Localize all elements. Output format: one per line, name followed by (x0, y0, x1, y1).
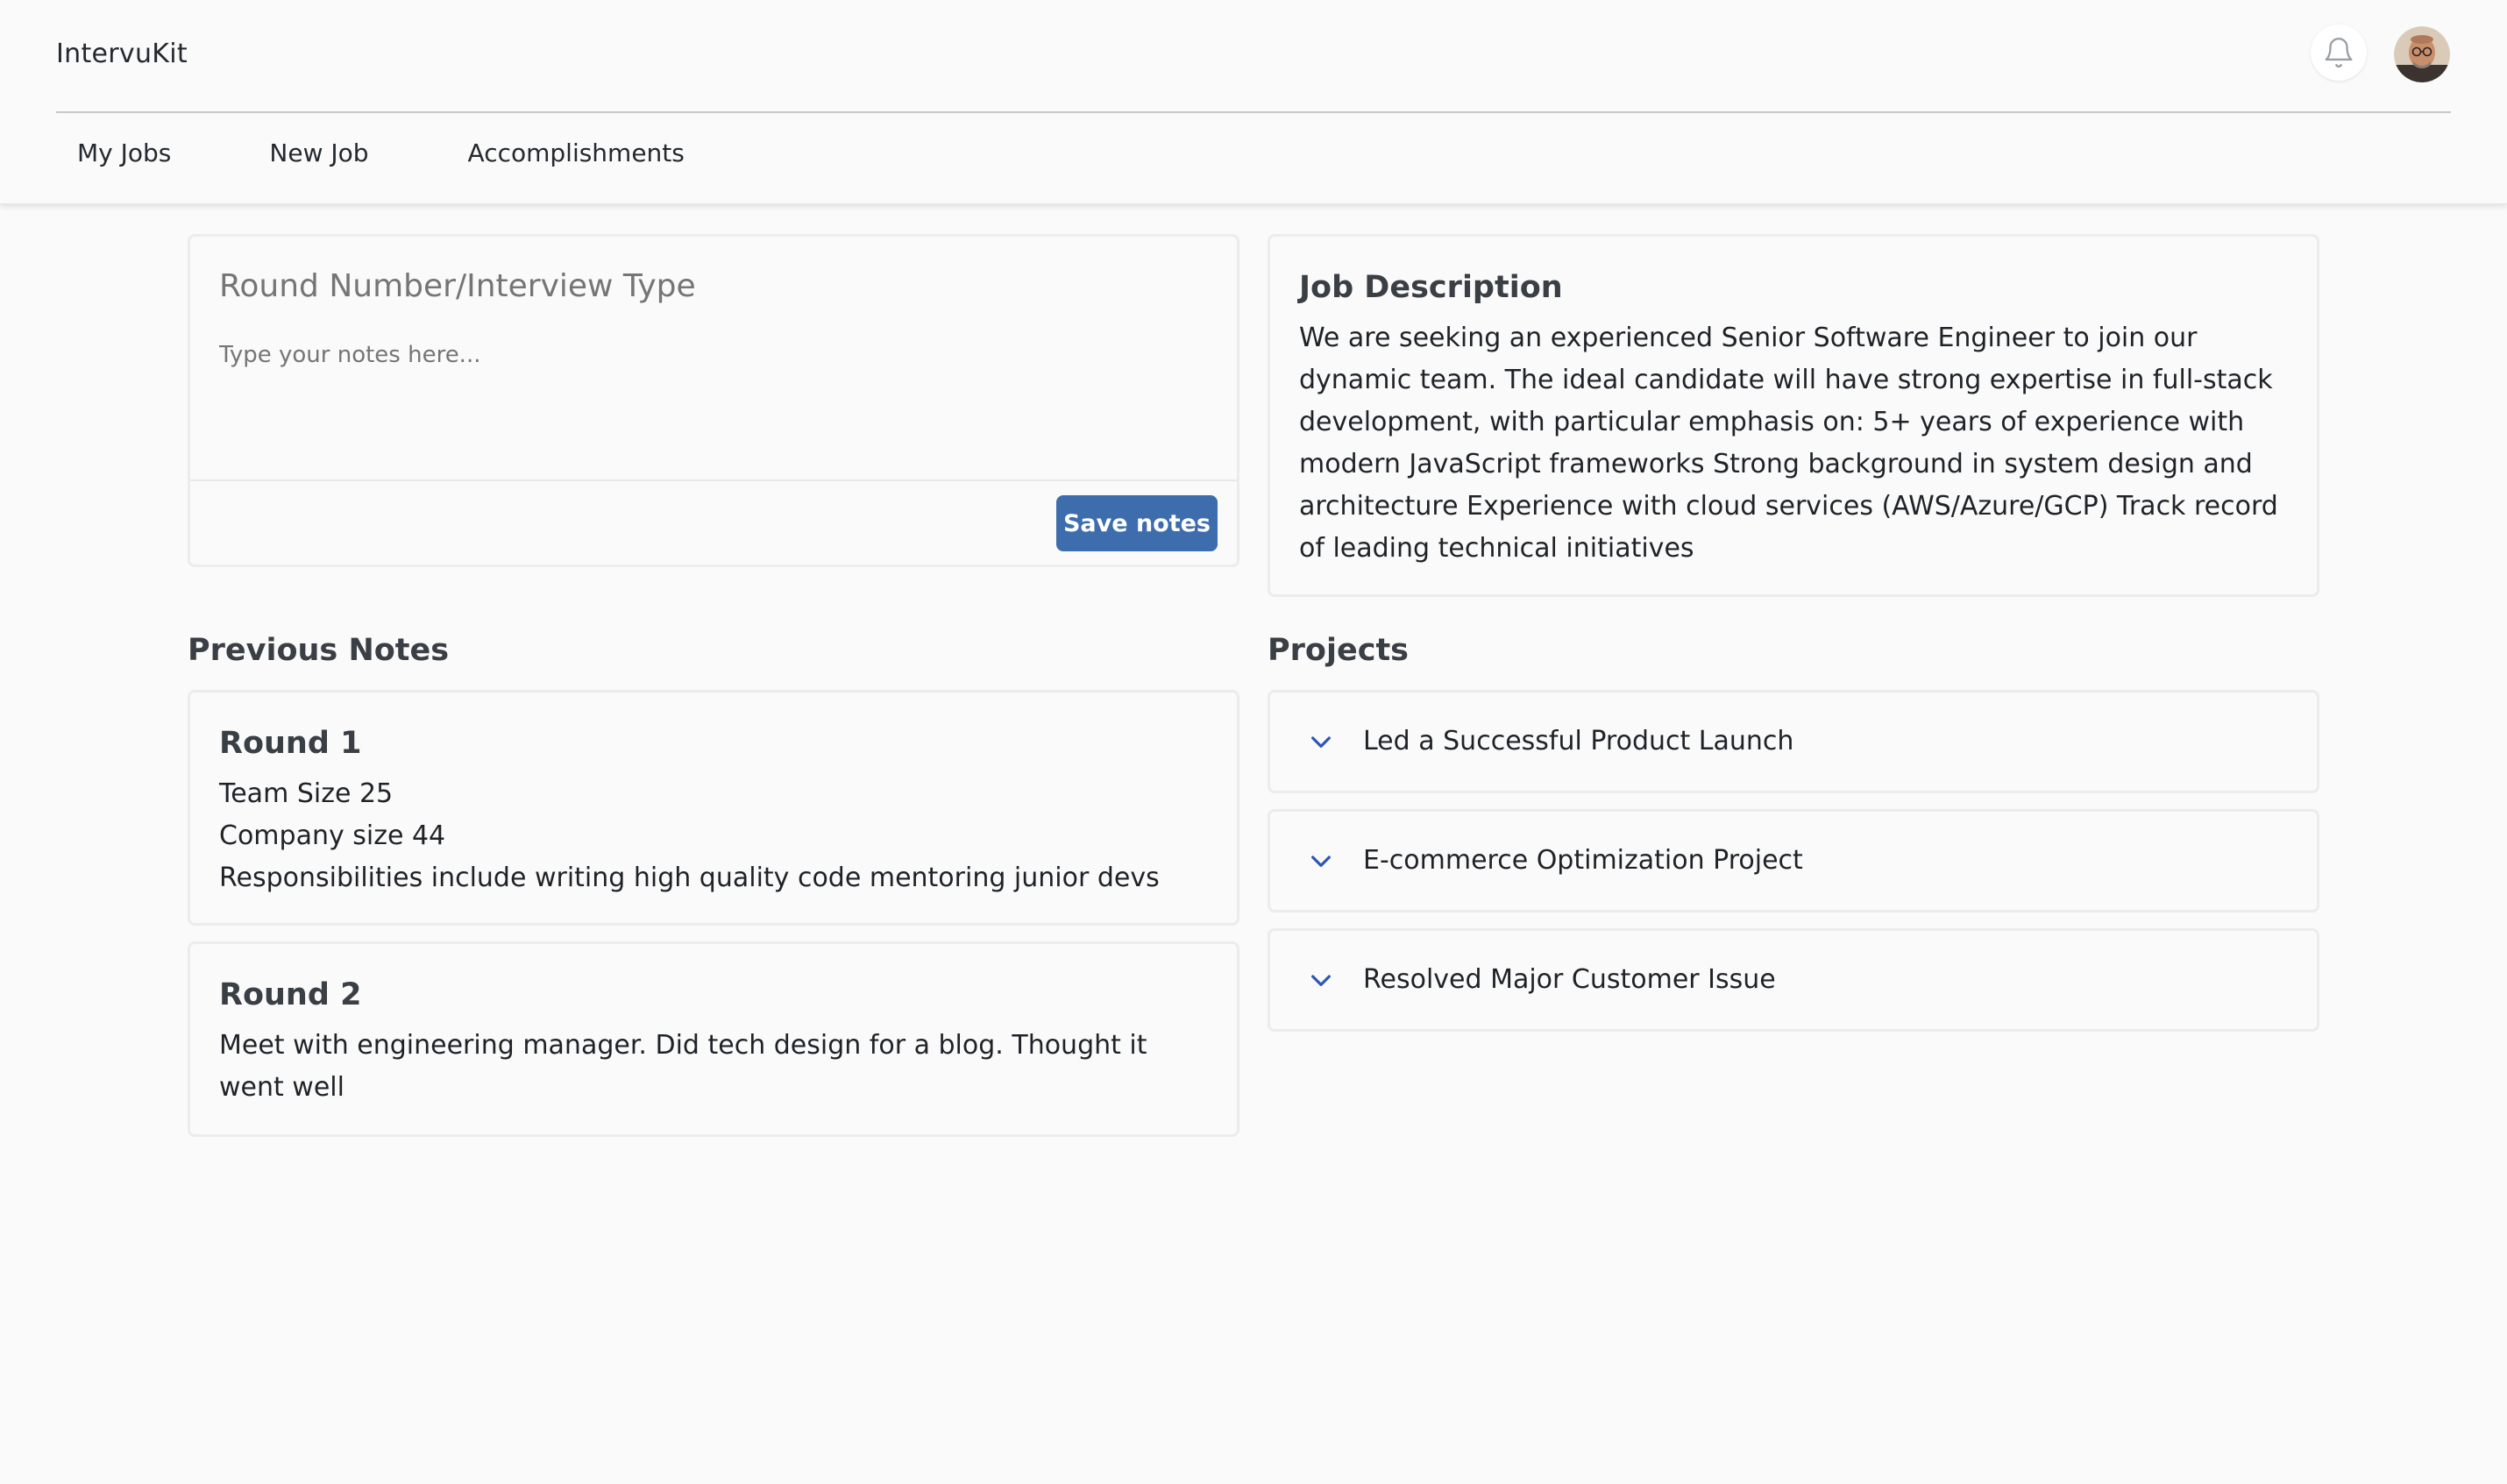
nav-accomplishments[interactable]: Accomplishments (468, 138, 685, 167)
note-title: Round 1 (219, 726, 362, 761)
notes-textarea[interactable] (219, 342, 1210, 465)
top-header: IntervuKit My Jobs New Job Accomplishmen… (0, 0, 2507, 204)
bell-icon (2325, 37, 2353, 67)
project-label: Resolved Major Customer Issue (1363, 964, 1776, 995)
editor-divider (190, 479, 1237, 481)
previous-notes-heading: Previous Notes (188, 633, 450, 668)
user-avatar-image (2394, 26, 2450, 82)
note-line: Team Size 25 (219, 778, 394, 809)
notes-editor-card: Save notes (188, 234, 1239, 567)
note-title: Round 2 (219, 977, 362, 1012)
job-description-heading: Job Description (1299, 270, 1563, 305)
avatar[interactable] (2394, 26, 2450, 82)
projects-heading: Projects (1268, 633, 1410, 668)
project-item-product-launch[interactable]: Led a Successful Product Launch (1268, 690, 2319, 793)
notifications-button[interactable] (2311, 25, 2367, 81)
job-description-text: We are seeking an experienced Senior Sof… (1299, 323, 2278, 564)
chevron-down-icon (1311, 975, 1331, 986)
save-notes-button[interactable]: Save notes (1056, 495, 1218, 551)
app-logo-text[interactable]: IntervuKit (56, 39, 188, 69)
chevron-down-icon (1311, 856, 1331, 867)
round-title-input[interactable] (219, 268, 1210, 304)
project-label: Led a Successful Product Launch (1363, 726, 1794, 756)
project-item-customer-issue[interactable]: Resolved Major Customer Issue (1268, 928, 2319, 1032)
main-nav: My Jobs New Job Accomplishments (77, 138, 685, 167)
job-description-card: Job Description We are seeking an experi… (1268, 234, 2319, 597)
note-line: Company size 44 (219, 820, 446, 851)
project-item-ecommerce[interactable]: E-commerce Optimization Project (1268, 809, 2319, 912)
project-label: E-commerce Optimization Project (1363, 845, 1803, 876)
note-card-round-2[interactable]: Round 2 Meet with engineering manager. D… (188, 941, 1239, 1137)
chevron-down-icon (1311, 736, 1331, 748)
nav-new-job[interactable]: New Job (269, 138, 368, 167)
note-body: Meet with engineering manager. Did tech … (219, 1025, 1210, 1109)
header-divider (56, 111, 2451, 113)
note-line: Meet with engineering manager. Did tech … (219, 1030, 1147, 1103)
note-line: Responsibilities include writing high qu… (219, 863, 1160, 893)
nav-my-jobs[interactable]: My Jobs (77, 138, 171, 167)
note-card-round-1[interactable]: Round 1 Team Size 25 Company size 44 Res… (188, 690, 1239, 926)
note-body: Team Size 25 Company size 44 Responsibil… (219, 773, 1210, 899)
